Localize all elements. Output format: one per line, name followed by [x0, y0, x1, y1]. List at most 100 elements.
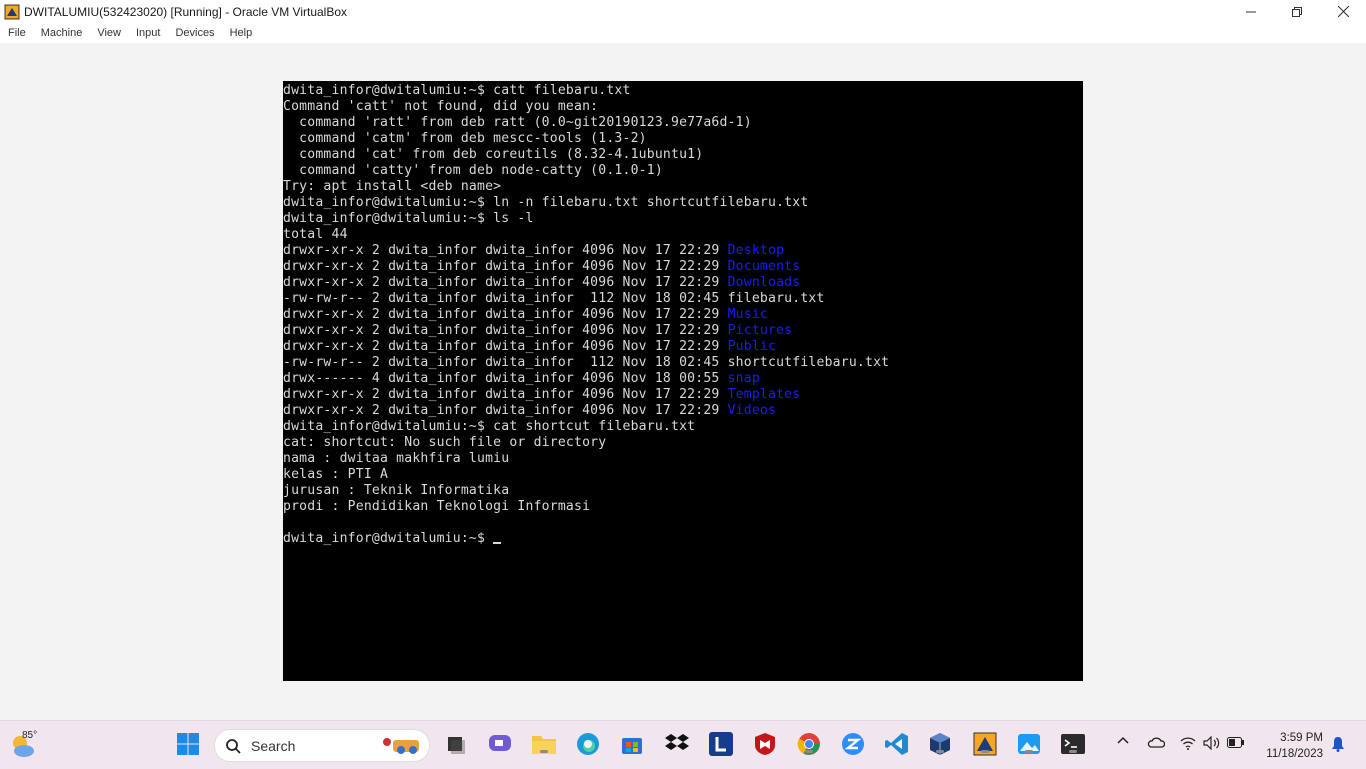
vm-console-screen[interactable]: dwita_infor@dwitalumiu:~$ catt filebaru.… [283, 81, 1083, 681]
window-controls [1228, 0, 1366, 23]
terminal-line: cat: shortcut: No such file or directory [283, 435, 889, 451]
mcafee-shield-icon [755, 733, 775, 755]
directory-name: Pictures [727, 323, 793, 338]
edge-browser-icon [577, 733, 599, 755]
directory-name: snap [727, 371, 760, 386]
terminal-line: drwxr-xr-x 2 dwita_infor dwita_infor 409… [283, 323, 889, 339]
chat-icon [489, 735, 511, 751]
directory-name: Templates [727, 387, 801, 402]
taskbar-chat[interactable] [487, 731, 513, 757]
menubar: File Machine View Input Devices Help [0, 23, 1366, 43]
active-indicator [981, 750, 989, 753]
taskbar-virtualbox-manager[interactable] [927, 731, 953, 757]
terminal-line: drwxr-xr-x 2 dwita_infor dwita_infor 409… [283, 243, 889, 259]
terminal-text: dwita_infor@dwitalumiu:~$ catt filebaru.… [283, 83, 631, 98]
terminal-line: drwx------ 4 dwita_infor dwita_infor 409… [283, 371, 889, 387]
taskbar-file-explorer[interactable] [531, 731, 557, 757]
terminal-line: -rw-rw-r-- 2 dwita_infor dwita_infor 112… [283, 355, 889, 371]
terminal-text: kelas : PTI A [283, 467, 389, 482]
terminal-text: total 44 [283, 227, 348, 242]
taskbar-chrome[interactable] [796, 731, 822, 757]
menu-view[interactable]: View [89, 27, 128, 39]
clock-date: 11/18/2023 [1266, 748, 1323, 760]
minimize-button[interactable] [1228, 0, 1274, 23]
menu-machine[interactable]: Machine [33, 27, 90, 39]
terminal-line: dwita_infor@dwitalumiu:~$ cat shortcut f… [283, 419, 889, 435]
terminal-text: drwxr-xr-x 2 dwita_infor dwita_infor 409… [283, 275, 728, 290]
volume-tray[interactable] [1203, 735, 1221, 753]
terminal-text: drwx------ 4 dwita_infor dwita_infor 409… [283, 371, 728, 386]
menu-help[interactable]: Help [222, 27, 260, 39]
terminal-line: Try: apt install <deb name> [283, 179, 889, 195]
terminal-text: Try: apt install <deb name> [283, 179, 502, 194]
taskbar-l-app[interactable] [708, 731, 734, 757]
terminal-cursor [493, 542, 502, 544]
terminal-text: Command 'catt' not found, did you mean: [283, 99, 599, 114]
menu-input[interactable]: Input [128, 27, 167, 39]
taskbar-terminal[interactable] [1060, 731, 1086, 757]
terminal-line: -rw-rw-r-- 2 dwita_infor dwita_infor 112… [283, 291, 889, 307]
terminal-line: Command 'catt' not found, did you mean: [283, 99, 889, 115]
taskbar-clock[interactable]: 3:59 PM 11/18/2023 [1266, 730, 1323, 762]
taskbar-photos-app[interactable] [1016, 731, 1042, 757]
terminal-line: dwita_infor@dwitalumiu:~$ ls -l [283, 211, 889, 227]
active-indicator [1025, 750, 1033, 753]
start-button[interactable] [175, 731, 201, 757]
restore-button[interactable] [1274, 0, 1320, 23]
terminal-line: dwita_infor@dwitalumiu:~$ [283, 531, 889, 547]
terminal-text: nama : dwitaa makhfira lumiu [283, 451, 510, 466]
close-icon [1337, 6, 1349, 17]
vscode-icon [885, 733, 908, 755]
terminal-line: dwita_infor@dwitalumiu:~$ catt filebaru.… [283, 83, 889, 99]
terminal-line: drwxr-xr-x 2 dwita_infor dwita_infor 409… [283, 307, 889, 323]
terminal-text: command 'cat' from deb coreutils (8.32-4… [283, 147, 704, 162]
terminal-text: drwxr-xr-x 2 dwita_infor dwita_infor 409… [283, 243, 728, 258]
terminal-line: nama : dwitaa makhfira lumiu [283, 451, 889, 467]
taskbar-task-view[interactable] [442, 731, 468, 757]
taskbar-search-box[interactable]: Search [214, 729, 430, 762]
show-hidden-icons-button[interactable] [1117, 735, 1129, 750]
clock-time: 3:59 PM [1280, 732, 1323, 744]
terminal-text: dwita_infor@dwitalumiu:~$ cat shortcut f… [283, 419, 696, 434]
terminal-text: drwxr-xr-x 2 dwita_infor dwita_infor 409… [283, 323, 728, 338]
virtualbox-app-icon [4, 4, 20, 19]
terminal-text: jurusan : Teknik Informatika [283, 483, 510, 498]
store-icon [622, 738, 642, 754]
battery-tray[interactable] [1227, 737, 1245, 751]
terminal-line: jurusan : Teknik Informatika [283, 483, 889, 499]
terminal-text: command 'catm' from deb mescc-tools (1.3… [283, 131, 647, 146]
terminal-line: total 44 [283, 227, 889, 243]
network-tray[interactable] [1180, 736, 1196, 753]
menu-devices[interactable]: Devices [167, 27, 221, 39]
speaker-icon [1203, 735, 1220, 751]
window-titlebar[interactable]: DWITALUMIU(532423020) [Running] - Oracle… [0, 0, 1366, 23]
terminal-text: -rw-rw-r-- 2 dwita_infor dwita_infor 112… [283, 291, 825, 306]
taskbar-virtualbox-vm[interactable] [972, 731, 998, 757]
zoom-icon [842, 733, 864, 755]
taskbar-dropbox[interactable] [664, 731, 690, 757]
task-view-icon [448, 737, 465, 754]
onedrive-tray[interactable] [1147, 736, 1166, 751]
directory-name: Desktop [727, 243, 785, 258]
terminal-line: drwxr-xr-x 2 dwita_infor dwita_infor 409… [283, 339, 889, 355]
terminal-line: command 'catty' from deb node-catty (0.1… [283, 163, 889, 179]
terminal-line: command 'ratt' from deb ratt (0.0~git201… [283, 115, 889, 131]
terminal-line: drwxr-xr-x 2 dwita_infor dwita_infor 409… [283, 403, 889, 419]
taskbar-edge[interactable] [575, 731, 601, 757]
taskbar-zoom[interactable] [840, 731, 866, 757]
l-letter-app-icon [709, 732, 733, 756]
menu-file[interactable]: File [0, 27, 33, 39]
terminal-text: drwxr-xr-x 2 dwita_infor dwita_infor 409… [283, 339, 728, 354]
bell-icon [1332, 737, 1344, 752]
notification-button[interactable] [1331, 736, 1345, 755]
taskbar-mcafee[interactable] [752, 731, 778, 757]
terminal-line: drwxr-xr-x 2 dwita_infor dwita_infor 409… [283, 387, 889, 403]
terminal-text: -rw-rw-r-- 2 dwita_infor dwita_infor 112… [283, 355, 890, 370]
taskbar: 85° Search 3:59 PM 11/18/2023 [0, 720, 1366, 769]
taskbar-microsoft-store[interactable] [619, 731, 645, 757]
close-button[interactable] [1320, 0, 1366, 23]
restore-icon [1292, 6, 1302, 17]
active-indicator [936, 750, 944, 753]
taskbar-vscode[interactable] [884, 731, 910, 757]
terminal-text: dwita_infor@dwitalumiu:~$ [283, 531, 494, 546]
